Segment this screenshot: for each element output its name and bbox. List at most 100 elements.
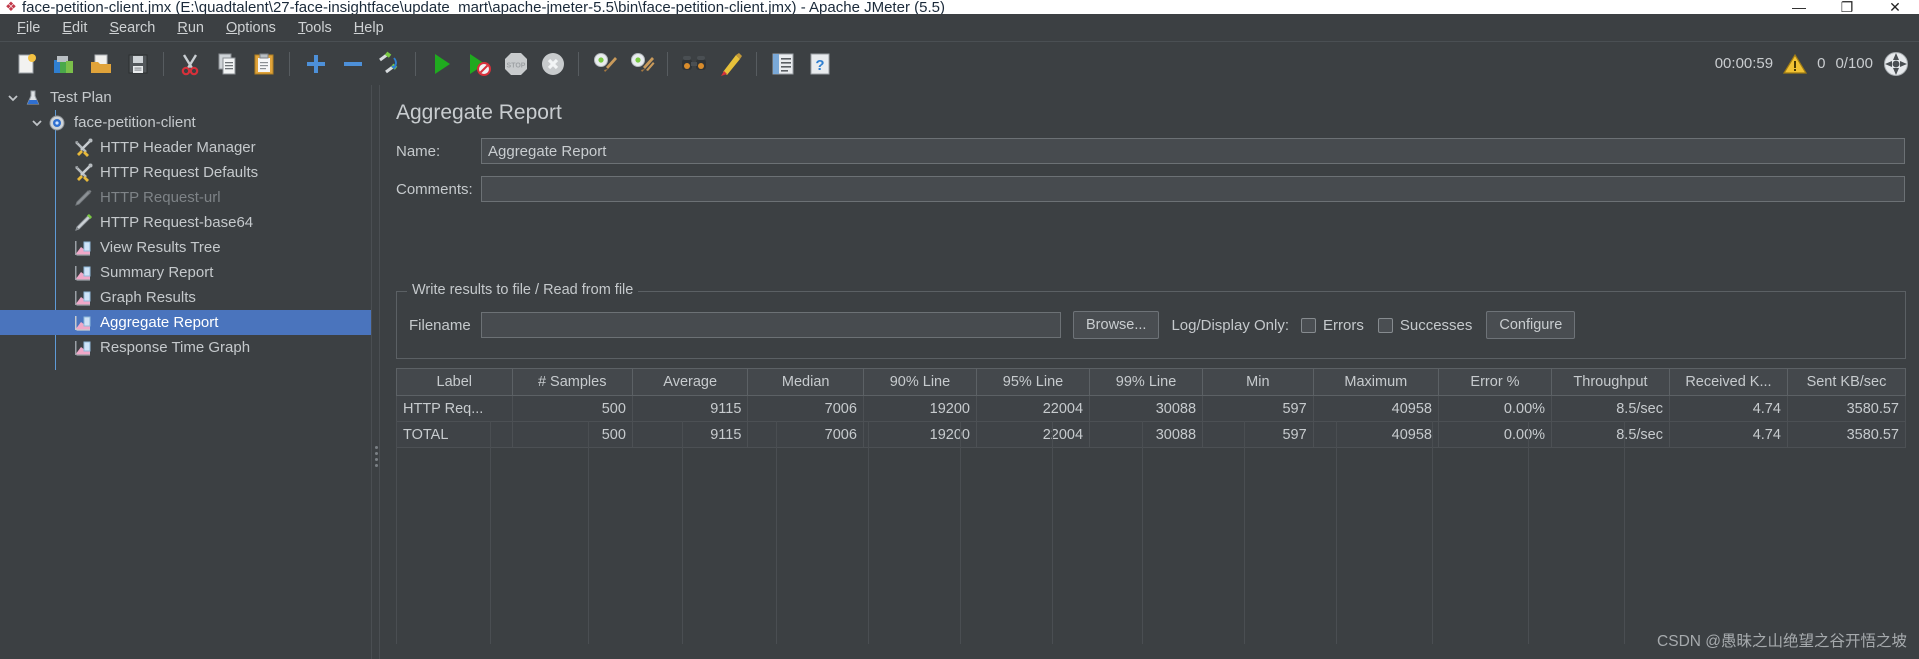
- column-header-throughput[interactable]: Throughput: [1551, 368, 1670, 396]
- column-header-sent-kb[interactable]: Sent KB/sec: [1786, 368, 1906, 396]
- tree-node-summary-report[interactable]: Summary Report: [0, 260, 371, 285]
- menu-tools[interactable]: Tools: [287, 17, 343, 39]
- aggregate-results-table[interactable]: Label # Samples Average Median 90% Line …: [396, 368, 1906, 644]
- menu-edit[interactable]: Edit: [51, 17, 98, 39]
- tree-node-view-results-tree[interactable]: View Results Tree: [0, 235, 371, 260]
- tree-node-label: Test Plan: [50, 89, 112, 106]
- menu-options[interactable]: Options: [215, 17, 287, 39]
- configure-button[interactable]: Configure: [1486, 311, 1576, 339]
- table-row[interactable]: HTTP Req... 500 9115 7006 19200 22004 30…: [396, 395, 1906, 422]
- shutdown-icon[interactable]: [536, 47, 569, 80]
- help-icon[interactable]: ?: [803, 47, 836, 80]
- comments-input[interactable]: [481, 176, 1905, 202]
- splitter-grip-icon[interactable]: [375, 446, 378, 468]
- cell-median: 7006: [747, 395, 864, 422]
- tree-node-http-request-defaults[interactable]: HTTP Request Defaults: [0, 160, 371, 185]
- cell-99-line: 30088: [1089, 421, 1204, 448]
- tree-node-response-time-graph[interactable]: Response Time Graph: [0, 335, 371, 360]
- menu-search[interactable]: Search: [98, 17, 166, 39]
- log-display-only-label: Log/Display Only:: [1171, 316, 1289, 334]
- title-bar: ❖ face-petition-client.jmx (E:\quadtalen…: [0, 0, 1919, 14]
- toolbar: STOP ? 00:00:59 0 0/100: [0, 43, 1919, 85]
- tree-node-http-request-url[interactable]: HTTP Request-url: [0, 185, 371, 210]
- tree-node-label: Aggregate Report: [100, 314, 219, 331]
- column-header-median[interactable]: Median: [747, 368, 864, 396]
- elapsed-time: 00:00:59: [1714, 55, 1774, 72]
- chevron-down-icon[interactable]: [4, 85, 22, 110]
- toolbar-separator: [756, 51, 757, 76]
- minimize-button[interactable]: —: [1775, 0, 1823, 14]
- cell-error-pct: 0.00%: [1437, 395, 1553, 422]
- table-row[interactable]: TOTAL 500 9115 7006 19200 22004 30088 59…: [396, 421, 1906, 448]
- cell-error-pct: 0.00%: [1437, 421, 1553, 448]
- start-no-pauses-icon[interactable]: [462, 47, 495, 80]
- new-icon[interactable]: [10, 47, 43, 80]
- filename-input[interactable]: [481, 312, 1061, 338]
- pane-splitter[interactable]: [371, 85, 380, 659]
- tree-node-graph-results[interactable]: Graph Results: [0, 285, 371, 310]
- warning-triangle-icon[interactable]: [1783, 53, 1808, 75]
- save-icon[interactable]: [121, 47, 154, 80]
- column-header-received-kb[interactable]: Received K...: [1668, 368, 1788, 396]
- open-icon[interactable]: [84, 47, 117, 80]
- cell-95-line: 22004: [975, 395, 1091, 422]
- aggregate-report-panel: Aggregate Report Name: Comments: Write r…: [381, 85, 1919, 659]
- tree-node-label: Response Time Graph: [100, 339, 251, 356]
- paste-icon[interactable]: [247, 47, 280, 80]
- errors-checkbox[interactable]: [1301, 317, 1316, 333]
- column-header-average[interactable]: Average: [631, 368, 749, 396]
- function-helper-icon[interactable]: [766, 47, 799, 80]
- menu-file[interactable]: File: [6, 17, 51, 39]
- start-icon[interactable]: [425, 47, 458, 80]
- jmeter-feather-icon: ❖: [5, 0, 17, 14]
- cell-maximum: 40958: [1312, 395, 1439, 422]
- templates-icon[interactable]: [47, 47, 80, 80]
- clear-icon[interactable]: [588, 47, 621, 80]
- browse-button[interactable]: Browse...: [1073, 311, 1160, 339]
- menu-run[interactable]: Run: [166, 17, 215, 39]
- search-icon[interactable]: [677, 47, 710, 80]
- test-plan-tree[interactable]: Test Plan face-petition-client HTTP Head…: [0, 85, 371, 659]
- stop-icon[interactable]: STOP: [499, 47, 532, 80]
- tree-node-label: View Results Tree: [100, 239, 221, 256]
- tree-node-label: face-petition-client: [74, 114, 196, 131]
- column-header-90-line[interactable]: 90% Line: [862, 368, 977, 396]
- cell-99-line: 30088: [1089, 395, 1204, 422]
- column-header-samples[interactable]: # Samples: [511, 368, 633, 396]
- tree-node-thread-group[interactable]: face-petition-client: [0, 110, 371, 135]
- tree-node-test-plan[interactable]: Test Plan: [0, 85, 371, 110]
- successes-checkbox[interactable]: [1377, 317, 1393, 333]
- column-header-min[interactable]: Min: [1202, 368, 1314, 396]
- toolbar-separator: [578, 51, 579, 76]
- cell-label: TOTAL: [396, 421, 513, 448]
- column-header-95-line[interactable]: 95% Line: [975, 368, 1091, 396]
- tree-node-aggregate-report[interactable]: Aggregate Report: [0, 310, 371, 335]
- column-header-label[interactable]: Label: [396, 368, 513, 396]
- cell-maximum: 40958: [1312, 421, 1439, 448]
- toggle-icon[interactable]: [373, 47, 406, 80]
- column-header-maximum[interactable]: Maximum: [1312, 368, 1439, 396]
- tree-node-label: HTTP Header Manager: [100, 139, 256, 156]
- copy-icon[interactable]: [210, 47, 243, 80]
- thread-gauge-icon[interactable]: [1883, 51, 1909, 77]
- collapse-all-icon[interactable]: [336, 47, 369, 80]
- menu-run-rest: un: [187, 19, 204, 36]
- menu-help[interactable]: Help: [343, 17, 395, 39]
- filename-row: Filename Browse... Log/Display Only: Err…: [409, 311, 1576, 339]
- maximize-button[interactable]: ❐: [1823, 0, 1871, 14]
- search-reset-icon[interactable]: [714, 47, 747, 80]
- tree-node-http-header-manager[interactable]: HTTP Header Manager: [0, 135, 371, 160]
- chevron-down-icon[interactable]: [28, 110, 46, 135]
- column-header-error-pct[interactable]: Error %: [1437, 368, 1553, 396]
- clear-all-icon[interactable]: [625, 47, 658, 80]
- cell-90-line: 19200: [862, 395, 977, 422]
- close-button[interactable]: ✕: [1871, 0, 1919, 14]
- warning-count: 0: [1817, 55, 1826, 72]
- menu-edit-rest: dit: [72, 19, 88, 36]
- expand-all-icon[interactable]: [299, 47, 332, 80]
- tree-node-http-request-base64[interactable]: HTTP Request-base64: [0, 210, 371, 235]
- column-header-99-line[interactable]: 99% Line: [1089, 368, 1204, 396]
- listener-chart-icon: [72, 237, 94, 259]
- cut-icon[interactable]: [173, 47, 206, 80]
- name-input[interactable]: [481, 138, 1905, 164]
